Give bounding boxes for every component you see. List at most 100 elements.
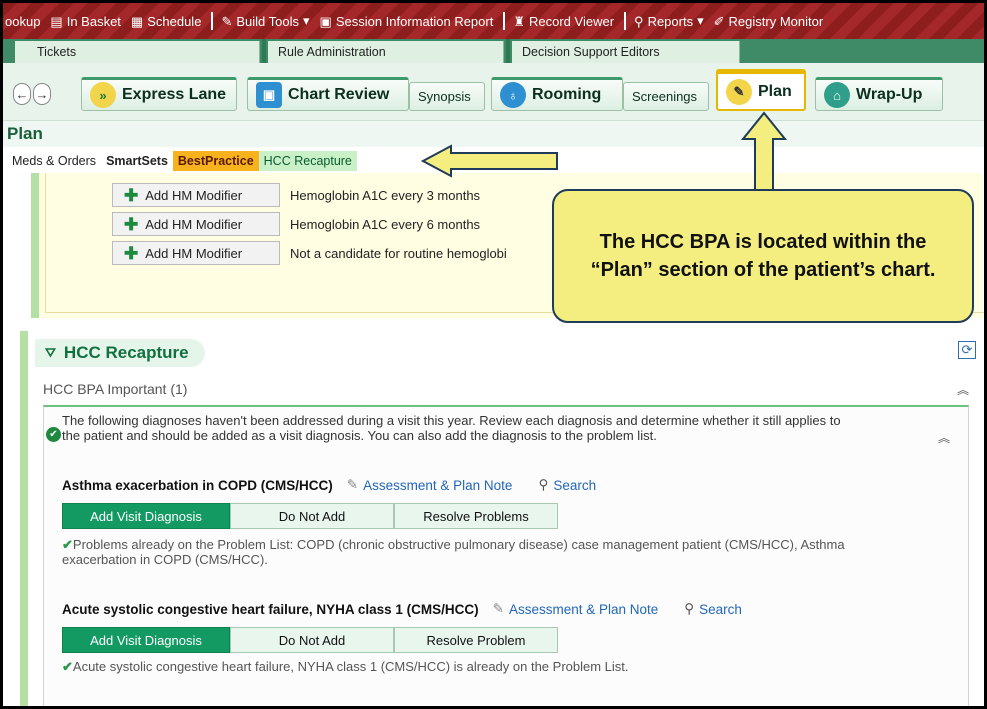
tab-tickets-label: Tickets <box>37 45 77 59</box>
callout-note: The HCC BPA is located within the “Plan”… <box>552 189 974 323</box>
toolbar-schedule-label: Schedule <box>147 13 202 29</box>
assessment-plan-note-link[interactable]: ✎ Assessment & Plan Note <box>347 477 513 493</box>
plan-button[interactable]: ✎ Plan <box>716 69 806 111</box>
hm-row: ✚ Add HM Modifier Hemoglobin A1C every 3 … <box>112 183 480 207</box>
collapse-chevron-icon[interactable]: ︽ <box>957 381 969 398</box>
plus-icon: ✚ <box>124 185 139 205</box>
chevron-down-icon: ▾ <box>697 13 704 28</box>
link-meds-orders[interactable]: Meds & Orders <box>7 151 101 171</box>
tab-decision-support-editors[interactable]: Decision Support Editors <box>512 41 740 63</box>
plus-icon: ✚ <box>124 243 139 263</box>
inbasket-icon: ▤ <box>50 13 63 29</box>
activity-tabs: Tickets Rule Administration Decision Sup… <box>3 39 984 63</box>
checkmark-icon: ✔ <box>62 659 73 674</box>
diagnosis-status-text: Problems already on the Problem List: CO… <box>62 537 845 567</box>
express-lane-icon: » <box>90 82 116 108</box>
wrap-up-icon: ⌂ <box>824 82 850 108</box>
link-bestpractice[interactable]: BestPractice <box>172 151 259 171</box>
add-hm-modifier-button[interactable]: ✚ Add HM Modifier <box>112 241 280 265</box>
add-hm-modifier-button[interactable]: ✚ Add HM Modifier <box>112 183 280 207</box>
tab-divider <box>506 39 510 63</box>
toolbar-divider <box>624 12 627 30</box>
checkmark-icon: ✔ <box>62 537 73 552</box>
bpa-box: ✔ The following diagnoses haven't been a… <box>43 405 969 706</box>
hm-row-text: Hemoglobin A1C every 3 months <box>290 187 481 203</box>
link-hcc-recapture[interactable]: HCC Recapture <box>258 151 357 171</box>
collapse-chevron-icon[interactable]: ︽ <box>938 429 950 446</box>
chart-review-icon: ▣ <box>256 82 282 108</box>
toolbar-divider <box>503 12 506 30</box>
add-hm-modifier-label: Add HM Modifier <box>145 216 243 232</box>
search-link[interactable]: ⚲ Search <box>684 601 742 617</box>
hm-row: ✚ Add HM Modifier Not a candidate for rou… <box>112 241 507 265</box>
do-not-add-button[interactable]: Do Not Add <box>230 627 394 653</box>
plan-label: Plan <box>758 82 792 100</box>
rooming-button[interactable]: ♁ Rooming <box>491 77 623 111</box>
hm-row-text: Not a candidate for routine hemoglobi <box>290 245 507 261</box>
binoculars-icon: ♜ <box>513 13 525 29</box>
back-arrow-icon[interactable]: ← <box>13 83 31 105</box>
chevron-down-icon: ▾ <box>302 13 310 28</box>
check-circle-icon: ✔ <box>46 427 61 442</box>
toolbar-reports[interactable]: ⚲ Reports ▾ <box>634 13 704 29</box>
synopsis-button[interactable]: Synopsis <box>409 82 485 111</box>
pencil-icon: ✎ <box>346 477 359 492</box>
wrap-up-button[interactable]: ⌂ Wrap-Up <box>815 77 943 111</box>
hcc-recapture-section: ⛛ HCC Recapture ⟳ HCC BPA Important (1) … <box>20 331 983 706</box>
screenings-button[interactable]: Screenings <box>623 82 709 111</box>
refresh-icon[interactable]: ⟳ <box>958 341 976 359</box>
resolve-problems-button[interactable]: Resolve Problems <box>394 503 558 529</box>
add-hm-modifier-button[interactable]: ✚ Add HM Modifier <box>112 212 280 236</box>
assessment-plan-note-link[interactable]: ✎ Assessment & Plan Note <box>493 601 659 617</box>
search-icon: ⚲ <box>684 601 695 616</box>
assessment-plan-note-label: Assessment & Plan Note <box>363 477 513 493</box>
express-lane-label: Express Lane <box>122 86 227 103</box>
assessment-plan-note-label: Assessment & Plan Note <box>508 601 659 617</box>
chart-review-label: Chart Review <box>288 86 390 103</box>
search-icon: ⚲ <box>634 13 644 29</box>
express-lane-button[interactable]: » Express Lane <box>81 77 237 111</box>
wrench-icon: ✎ <box>221 13 233 29</box>
add-visit-diagnosis-button[interactable]: Add Visit Diagnosis <box>62 627 230 653</box>
hcc-section-header[interactable]: ⛛ HCC Recapture <box>35 339 205 367</box>
callout-arrow-left-icon <box>421 144 558 178</box>
search-link[interactable]: ⚲ Search <box>538 477 596 493</box>
do-not-add-button[interactable]: Do Not Add <box>230 503 394 529</box>
diagnosis-title-row: Acute systolic congestive heart failure,… <box>62 601 742 617</box>
link-smartsets[interactable]: SmartSets <box>101 151 173 171</box>
pencil-icon: ✐ <box>713 13 725 29</box>
toolbar-divider <box>211 12 214 30</box>
diagnosis-status: ✔Acute systolic congestive heart failure… <box>62 659 922 674</box>
chart-review-button[interactable]: ▣ Chart Review <box>247 77 409 111</box>
toolbar-session-report[interactable]: ▣ Session Information Report <box>320 14 494 29</box>
wrap-up-label: Wrap-Up <box>856 86 923 103</box>
toolbar-registry-monitor-label: Registry Monitor <box>728 13 824 29</box>
toolbar-record-viewer[interactable]: ♜ Record Viewer <box>513 14 614 29</box>
stethoscope-icon: ♁ <box>500 82 526 108</box>
add-visit-diagnosis-button[interactable]: Add Visit Diagnosis <box>62 503 230 529</box>
forward-arrow-icon[interactable]: → <box>33 83 51 105</box>
toolbar-record-viewer-label: Record Viewer <box>529 13 615 29</box>
callout-arrow-up-icon <box>741 111 787 192</box>
rooming-label: Rooming <box>532 86 602 103</box>
toolbar-in-basket[interactable]: ▤ In Basket <box>50 14 121 29</box>
toolbar-reports-label: Reports <box>647 13 694 29</box>
hcc-section-title: HCC Recapture <box>63 343 189 362</box>
resolve-problem-button[interactable]: Resolve Problem <box>394 627 558 653</box>
history-arrows: ← → <box>13 83 51 111</box>
tab-decision-support-editors-label: Decision Support Editors <box>522 45 660 59</box>
bpa-header: HCC BPA Important (1) <box>43 381 188 397</box>
toolbar-lookup[interactable]: ookup <box>5 14 40 29</box>
tab-rule-administration[interactable]: Rule Administration <box>268 41 504 63</box>
search-label: Search <box>699 601 742 617</box>
calendar-icon: ▦ <box>130 13 144 29</box>
diagnosis-status: ✔Problems already on the Problem List: C… <box>62 537 922 567</box>
toolbar-schedule[interactable]: ▦ Schedule <box>131 14 202 29</box>
clipboard-icon: ✎ <box>726 78 752 105</box>
tab-divider <box>262 39 266 63</box>
tab-tickets[interactable]: Tickets <box>15 41 260 63</box>
toolbar-build-tools[interactable]: ✎ Build Tools ▾ <box>221 13 309 29</box>
toolbar-registry-monitor[interactable]: ✐ Registry Monitor <box>714 14 824 29</box>
diagnosis-status-text: Acute systolic congestive heart failure,… <box>72 659 629 674</box>
diagnosis-buttons: Add Visit Diagnosis Do Not Add Resolve P… <box>62 503 558 529</box>
